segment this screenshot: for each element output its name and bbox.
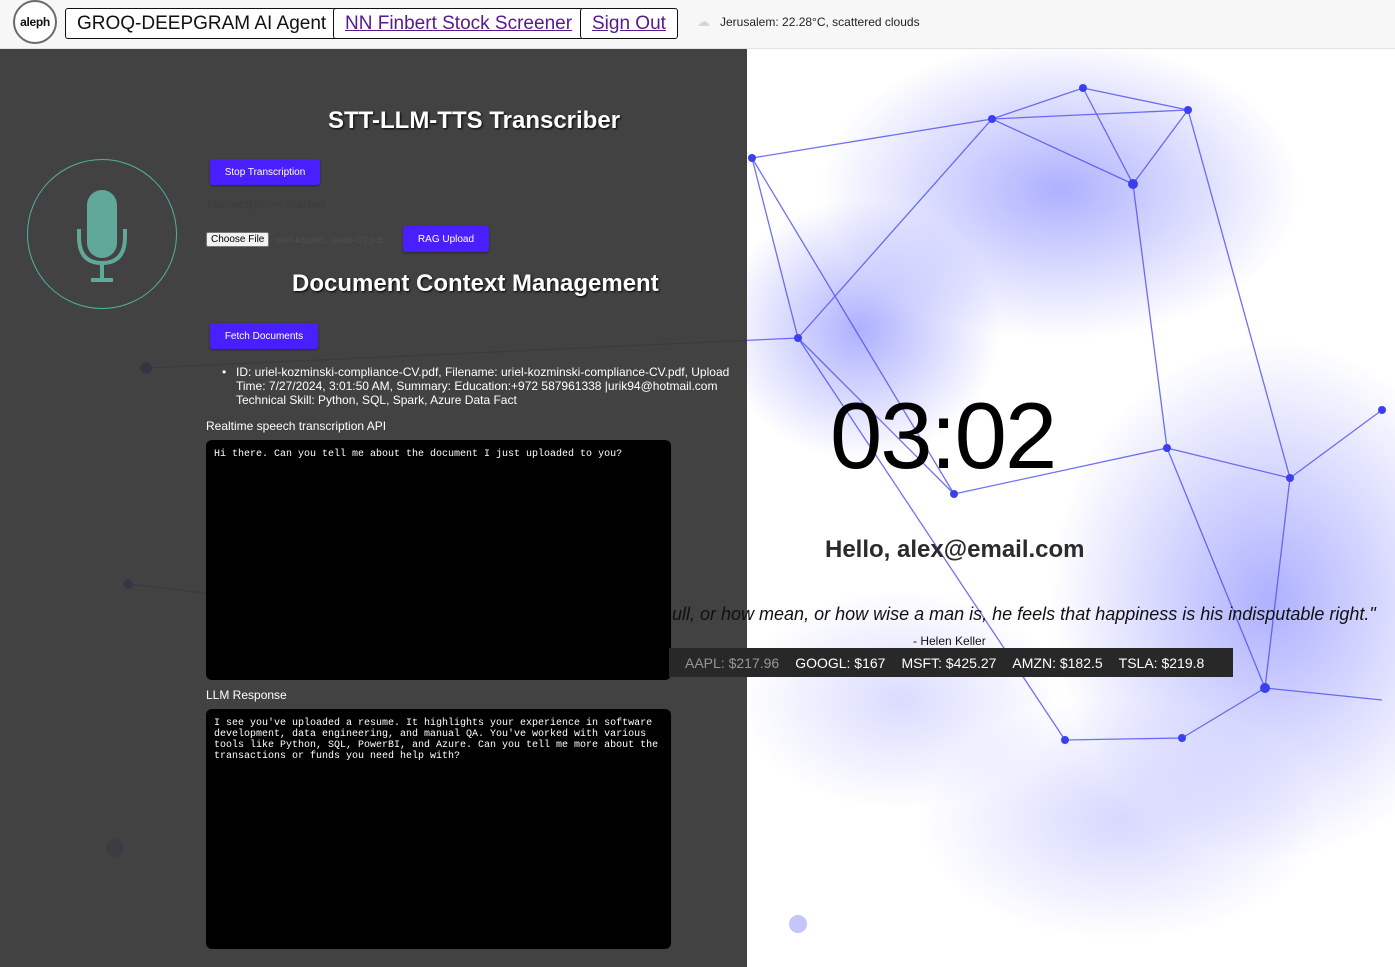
fetch-documents-button[interactable]: Fetch Documents <box>210 323 318 349</box>
ticker-item: GOOGL: $167 <box>795 654 886 671</box>
choose-file-button[interactable]: Choose File <box>206 232 270 247</box>
app-title-button[interactable]: GROQ-DEEPGRAM AI Agent <box>65 8 339 39</box>
document-list-item: ID: uriel-kozminski-compliance-CV.pdf, F… <box>236 365 730 407</box>
file-upload-row: Choose File uriel-kozmin...iance-CV.pdf <box>206 232 383 247</box>
greeting-text: Hello, alex@email.com <box>825 536 1085 563</box>
cloud-icon: ☁ <box>697 14 710 29</box>
rag-upload-button[interactable]: RAG Upload <box>403 226 489 252</box>
stock-ticker: AAPL: $217.96 GOOGL: $167 MSFT: $425.27 … <box>669 648 1233 677</box>
llm-response-label: LLM Response <box>206 688 287 702</box>
logo-text: aleph <box>20 15 50 29</box>
document-context-title: Document Context Management <box>292 270 659 297</box>
ticker-item: AAPL: $217.96 <box>685 654 780 671</box>
stop-transcription-button[interactable]: Stop Transcription <box>210 159 320 185</box>
transcriber-title: STT-LLM-TTS Transcriber <box>328 107 621 134</box>
sign-out-link[interactable]: Sign Out <box>580 8 678 39</box>
microphone-icon <box>77 190 127 282</box>
aleph-logo[interactable]: aleph <box>13 0 57 44</box>
quote-author: - Helen Keller <box>913 634 986 648</box>
top-navbar: aleph GROQ-DEEPGRAM AI Agent NN Finbert … <box>0 0 1395 49</box>
llm-response-output[interactable]: I see you've uploaded a resume. It highl… <box>206 709 671 949</box>
quote-text: ull, or how mean, or how wise a man is, … <box>672 604 1376 624</box>
transcription-status: Transcription started <box>206 197 326 211</box>
stock-screener-link[interactable]: NN Finbert Stock Screener <box>333 8 585 39</box>
document-list: • ID: uriel-kozminski-compliance-CV.pdf,… <box>222 365 736 407</box>
weather-text: Jerusalem: 22.28°C, scattered clouds <box>720 15 920 29</box>
transcriber-panel: STT-LLM-TTS Transcriber Stop Transcripti… <box>0 48 747 967</box>
weather-widget: ☁ Jerusalem: 22.28°C, scattered clouds <box>697 14 920 30</box>
selected-file-name: uriel-kozmin...iance-CV.pdf <box>275 234 383 245</box>
clock-display: 03:02 <box>830 383 1057 488</box>
speech-transcription-output[interactable]: Hi there. Can you tell me about the docu… <box>206 440 671 680</box>
ticker-item: MSFT: $425.27 <box>901 654 997 671</box>
microphone-button[interactable] <box>27 159 177 309</box>
ticker-item: AMZN: $182.5 <box>1012 654 1103 671</box>
speech-transcription-label: Realtime speech transcription API <box>206 419 387 433</box>
list-bullet: • <box>222 365 227 379</box>
ticker-item: TSLA: $219.8 <box>1118 654 1205 671</box>
